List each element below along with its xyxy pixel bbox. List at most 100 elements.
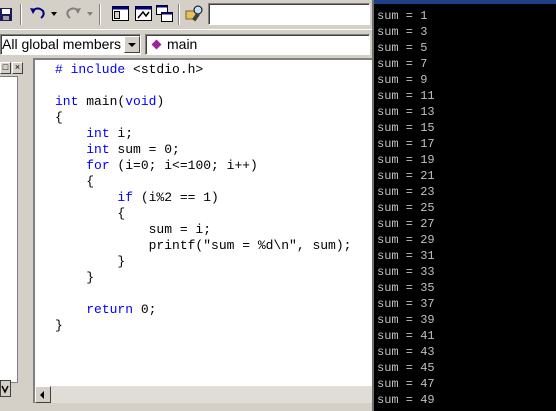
redo-dropdown-arrow[interactable] xyxy=(87,12,93,16)
console-line: sum = 1 xyxy=(377,9,428,23)
function-select-value: main xyxy=(167,36,198,52)
horizontal-scrollbar[interactable] xyxy=(33,386,372,403)
scroll-left-button[interactable] xyxy=(35,386,51,403)
console-line: sum = 23 xyxy=(377,185,435,199)
console-line: sum = 19 xyxy=(377,153,435,167)
save-all-icon[interactable] xyxy=(0,4,20,24)
workspace-tab[interactable] xyxy=(0,380,12,398)
code-keyword: int xyxy=(86,142,110,157)
window-list-icon[interactable] xyxy=(155,4,175,24)
console-line: sum = 45 xyxy=(377,361,435,375)
ide-window: All global members main □ × # include <s… xyxy=(0,0,372,411)
console-line: sum = 33 xyxy=(377,265,435,279)
output-icon[interactable] xyxy=(134,4,154,24)
find-input[interactable] xyxy=(208,3,370,25)
code-line: } xyxy=(55,254,351,270)
code-keyword: void xyxy=(125,94,157,109)
code-line: { xyxy=(55,206,351,222)
code-text: { xyxy=(55,110,63,125)
function-select[interactable]: main xyxy=(145,34,370,55)
console-line: sum = 35 xyxy=(377,281,435,295)
code-line: int sum = 0; xyxy=(55,142,351,158)
workspace-icon[interactable] xyxy=(111,4,131,24)
code-keyword: int xyxy=(86,126,110,141)
code-text: sum = 0; xyxy=(109,142,180,157)
console-line: sum = 15 xyxy=(377,121,435,135)
code-text: ) xyxy=(156,94,165,109)
code-text: <stdio.h> xyxy=(125,62,204,77)
code-line: for (i=0; i<=100; i++) xyxy=(55,158,351,174)
chevron-down-icon[interactable] xyxy=(124,36,140,53)
undo-icon[interactable] xyxy=(28,4,48,24)
code-text: { xyxy=(55,174,95,189)
code-text: { xyxy=(55,206,126,221)
restore-pane-button[interactable]: □ xyxy=(0,62,11,74)
close-pane-button[interactable]: × xyxy=(12,62,23,74)
console-line: sum = 3 xyxy=(377,25,428,39)
code-text: i; xyxy=(109,126,134,141)
code-text: main( xyxy=(78,94,126,109)
workspace-tree[interactable] xyxy=(0,76,18,383)
members-filter-value: All global members xyxy=(2,36,122,52)
find-in-files-icon[interactable] xyxy=(185,4,205,24)
source-code[interactable]: # include <stdio.h> int main(void){ int i… xyxy=(55,62,351,334)
code-line: if (i%2 == 1) xyxy=(55,190,351,206)
wizard-bar: All global members main xyxy=(0,31,372,58)
code-line: int main(void) xyxy=(55,94,351,110)
console-line: sum = 41 xyxy=(377,329,435,343)
toolbar-separator xyxy=(20,4,22,25)
redo-icon[interactable] xyxy=(63,4,83,24)
console-line: sum = 25 xyxy=(377,201,435,215)
console-line: sum = 13 xyxy=(377,105,435,119)
console-line: sum = 17 xyxy=(377,137,435,151)
undo-dropdown-arrow[interactable] xyxy=(51,12,57,16)
console-line: sum = 29 xyxy=(377,233,435,247)
code-text: (i%2 == 1) xyxy=(133,190,219,205)
function-diamond-icon xyxy=(151,39,162,50)
code-line: # include <stdio.h> xyxy=(55,62,351,78)
console-line: sum = 49 xyxy=(377,393,435,407)
code-line: sum = i; xyxy=(55,222,351,238)
console-line: sum = 9 xyxy=(377,73,428,87)
code-line: } xyxy=(55,270,351,286)
console-line: sum = 27 xyxy=(377,217,435,231)
console-line: sum = 37 xyxy=(377,297,435,311)
code-text: (i=0; i<=100; i++) xyxy=(109,158,258,173)
console-title-bar xyxy=(374,0,556,4)
code-line: printf("sum = %d\n", sum); xyxy=(55,238,352,254)
code-keyword: # include xyxy=(55,62,126,77)
console-output: sum = 1 sum = 3 sum = 5 sum = 7 sum = 9 sum =… xyxy=(377,8,435,408)
console-line: sum = 5 xyxy=(377,41,428,55)
console-line: sum = 39 xyxy=(377,313,435,327)
code-keyword: return xyxy=(86,302,134,317)
toolbar-separator xyxy=(99,4,101,25)
code-keyword: for xyxy=(86,158,110,173)
code-line: return 0; xyxy=(55,302,351,318)
console-window: sum = 1 sum = 3 sum = 5 sum = 7 sum = 9 sum =… xyxy=(372,0,556,411)
console-line: sum = 7 xyxy=(377,57,428,71)
code-editor[interactable]: # include <stdio.h> int main(void){ int i… xyxy=(33,58,372,386)
code-keyword: int xyxy=(55,94,79,109)
console-line: sum = 43 xyxy=(377,345,435,359)
standard-toolbar xyxy=(0,0,372,30)
code-line: int i; xyxy=(55,126,351,142)
code-text: } xyxy=(55,254,126,269)
code-keyword: if xyxy=(117,190,134,205)
console-line: sum = 21 xyxy=(377,169,435,183)
code-line: { xyxy=(55,174,351,190)
code-text: printf("sum = %d\n", sum); xyxy=(55,238,352,253)
workspace-pane-header: □ × xyxy=(0,62,25,76)
workspace-pane: □ × xyxy=(0,58,25,411)
status-strip xyxy=(0,403,372,411)
console-line: sum = 11 xyxy=(377,89,435,103)
code-line: } xyxy=(55,318,351,334)
members-filter-select[interactable]: All global members xyxy=(0,34,141,55)
toolbar-separator xyxy=(178,4,180,25)
